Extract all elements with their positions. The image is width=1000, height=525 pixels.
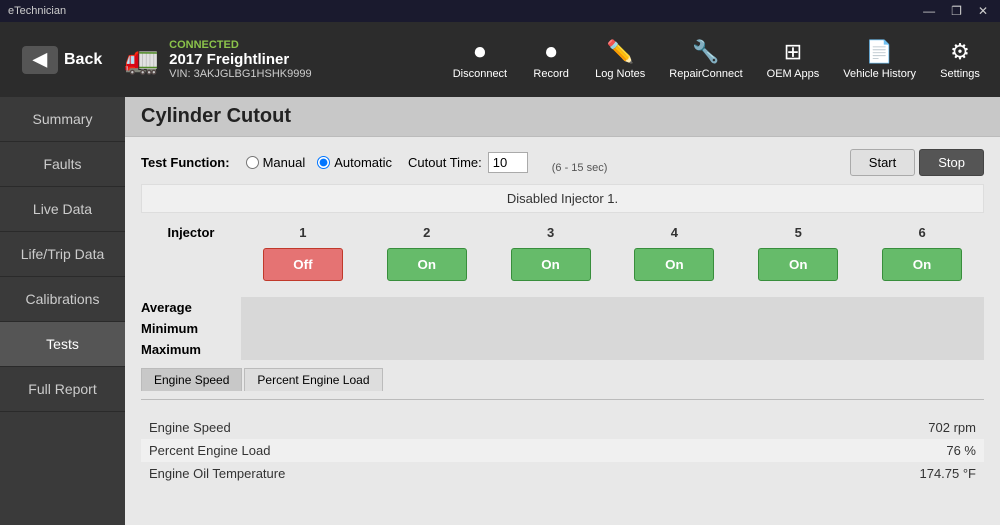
stats-section: Average Minimum Maximum (141, 297, 984, 360)
main-layout: Summary Faults Live Data Life/Trip Data … (0, 97, 1000, 525)
oem-apps-button[interactable]: ⊞ OEM Apps (757, 33, 830, 86)
injector-number-3: 3 (489, 221, 613, 244)
title-bar: eTechnician — ❐ ✕ (0, 0, 1000, 22)
sidebar-item-life-trip-data[interactable]: Life/Trip Data (0, 232, 125, 277)
start-stop-buttons: Start Stop (850, 149, 984, 176)
header: ◀ Back 🚛 CONNECTED 2017 Freightliner VIN… (0, 22, 1000, 97)
vehicle-history-button[interactable]: 📄 Vehicle History (833, 33, 926, 86)
cutout-time-input[interactable] (488, 152, 528, 173)
repair-connect-button[interactable]: 🔧 RepairConnect (659, 33, 752, 86)
injector-1-button[interactable]: Off (263, 248, 343, 281)
injector-number-5: 5 (736, 221, 860, 244)
cutout-time-label: Cutout Time: (408, 155, 482, 170)
tab-engine-speed[interactable]: Engine Speed (141, 368, 242, 391)
sidebar-item-summary[interactable]: Summary (0, 97, 125, 142)
percent-engine-load-value: 76 % (876, 443, 976, 458)
bottom-data: Engine Speed 702 rpm Percent Engine Load… (141, 408, 984, 493)
stats-table: Average Minimum Maximum (141, 297, 984, 360)
app-title: eTechnician (8, 5, 66, 17)
test-function-radio-group: Manual Automatic (246, 155, 392, 170)
content-area: Cylinder Cutout Test Function: Manual Au… (125, 97, 1000, 525)
automatic-label: Automatic (334, 155, 392, 170)
repair-connect-icon: 🔧 (692, 39, 719, 65)
stats-row-minimum: Minimum (141, 318, 984, 339)
injector-2-button[interactable]: On (387, 248, 467, 281)
back-arrow-icon: ◀ (22, 46, 58, 74)
vehicle-history-icon: 📄 (866, 39, 893, 65)
injector-number-2: 2 (365, 221, 489, 244)
disconnect-icon: ⏺ (474, 39, 485, 65)
vehicle-info: 🚛 CONNECTED 2017 Freightliner VIN: 3AKJG… (124, 39, 432, 80)
injector-5-button[interactable]: On (758, 248, 838, 281)
page-title: Cylinder Cutout (125, 97, 1000, 137)
engine-speed-value: 702 rpm (876, 420, 976, 435)
maximum-value (241, 339, 984, 360)
sidebar-item-live-data[interactable]: Live Data (0, 187, 125, 232)
manual-label: Manual (263, 155, 306, 170)
record-button[interactable]: ⏺ Record (521, 33, 581, 86)
divider (141, 399, 984, 400)
engine-oil-temp-label: Engine Oil Temperature (149, 466, 285, 481)
disconnect-button[interactable]: ⏺ Disconnect (443, 33, 517, 86)
automatic-radio-item[interactable]: Automatic (317, 155, 392, 170)
minimum-label: Minimum (141, 318, 241, 339)
data-row-engine-speed: Engine Speed 702 rpm (141, 416, 984, 439)
injector-table: Injector 1 2 3 4 5 6 Off (141, 221, 984, 285)
vehicle-details: CONNECTED 2017 Freightliner VIN: 3AKJGLB… (169, 39, 311, 80)
settings-icon: ⚙ (950, 39, 970, 65)
sidebar-item-faults[interactable]: Faults (0, 142, 125, 187)
oem-apps-icon: ⊞ (784, 39, 802, 65)
vehicle-name: 2017 Freightliner (169, 51, 311, 68)
content-inner: Test Function: Manual Automatic Cutout T… (125, 137, 1000, 505)
injector-6-button[interactable]: On (882, 248, 962, 281)
manual-radio-item[interactable]: Manual (246, 155, 306, 170)
header-tools: ⏺ Disconnect ⏺ Record ✏️ Log Notes 🔧 Rep… (443, 33, 990, 86)
restore-button[interactable]: ❐ (947, 4, 966, 18)
stats-row-maximum: Maximum (141, 339, 984, 360)
injector-header-label: Injector (141, 221, 241, 244)
truck-icon: 🚛 (124, 43, 159, 76)
data-row-percent-engine-load: Percent Engine Load 76 % (141, 439, 984, 462)
manual-radio[interactable] (246, 156, 259, 169)
vehicle-vin: VIN: 3AKJGLBG1HSHK9999 (169, 68, 311, 80)
injector-number-4: 4 (612, 221, 736, 244)
injector-number-1: 1 (241, 221, 365, 244)
cutout-time-range: (6 - 15 sec) (552, 162, 608, 174)
maximum-label: Maximum (141, 339, 241, 360)
log-notes-button[interactable]: ✏️ Log Notes (585, 33, 655, 86)
back-button[interactable]: ◀ Back (10, 38, 114, 82)
test-function-row: Test Function: Manual Automatic Cutout T… (141, 149, 984, 176)
injector-section: Injector 1 2 3 4 5 6 Off (141, 221, 984, 285)
engine-oil-temp-value: 174.75 °F (876, 466, 976, 481)
data-row-engine-oil-temp: Engine Oil Temperature 174.75 °F (141, 462, 984, 485)
injector-number-6: 6 (860, 221, 984, 244)
tab-percent-engine-load[interactable]: Percent Engine Load (244, 368, 382, 391)
stop-button[interactable]: Stop (919, 149, 984, 176)
data-tabs: Engine Speed Percent Engine Load (141, 368, 984, 391)
start-button[interactable]: Start (850, 149, 915, 176)
sidebar-item-calibrations[interactable]: Calibrations (0, 277, 125, 322)
average-value (241, 297, 984, 318)
close-button[interactable]: ✕ (974, 4, 992, 18)
window-controls: — ❐ ✕ (919, 4, 992, 18)
sidebar-item-tests[interactable]: Tests (0, 322, 125, 367)
injector-3-button[interactable]: On (511, 248, 591, 281)
log-notes-icon: ✏️ (607, 39, 634, 65)
minimum-value (241, 318, 984, 339)
minimize-button[interactable]: — (919, 4, 939, 18)
cutout-time-group: Cutout Time: (408, 152, 534, 173)
connection-status: CONNECTED (169, 39, 311, 51)
stats-row-average: Average (141, 297, 984, 318)
percent-engine-load-label: Percent Engine Load (149, 443, 270, 458)
engine-speed-label: Engine Speed (149, 420, 231, 435)
sidebar: Summary Faults Live Data Life/Trip Data … (0, 97, 125, 525)
automatic-radio[interactable] (317, 156, 330, 169)
test-function-label: Test Function: (141, 155, 230, 170)
settings-button[interactable]: ⚙ Settings (930, 33, 990, 86)
status-message: Disabled Injector 1. (141, 184, 984, 213)
average-label: Average (141, 297, 241, 318)
sidebar-item-full-report[interactable]: Full Report (0, 367, 125, 412)
injector-4-button[interactable]: On (634, 248, 714, 281)
record-icon: ⏺ (546, 39, 557, 65)
